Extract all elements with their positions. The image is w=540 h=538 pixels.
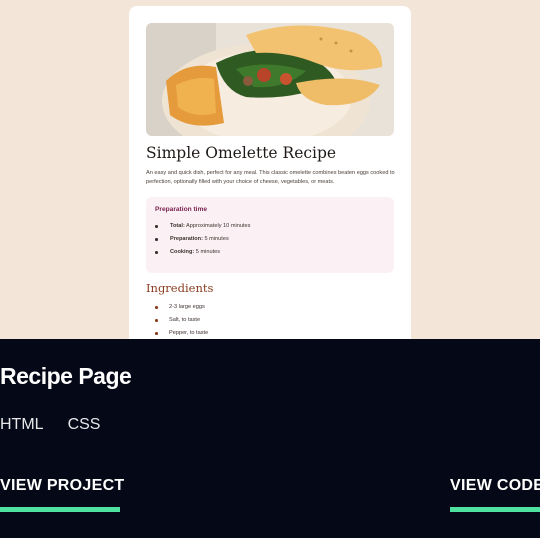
preparation-list: Total: Approximately 10 minutes Preparat… <box>155 222 250 261</box>
list-item: Salt, to taste <box>155 316 208 329</box>
tech-tags: HTML CSS <box>0 416 100 434</box>
omelette-photo <box>146 23 394 136</box>
view-project-underline <box>0 507 120 512</box>
view-code-link[interactable]: VIEW CODE <box>450 477 540 495</box>
recipe-card: Simple Omelette Recipe An easy and quick… <box>129 6 411 339</box>
view-code-underline <box>450 507 540 512</box>
list-item: Preparation: 5 minutes <box>155 235 250 248</box>
tech-tag-html: HTML <box>0 416 44 433</box>
list-item: Pepper, to taste <box>155 329 208 339</box>
preparation-heading: Preparation time <box>155 206 208 213</box>
ingredients-list: 2-3 large eggs Salt, to taste Pepper, to… <box>155 303 208 339</box>
preparation-time-box: Preparation time Total: Approximately 10… <box>146 197 394 273</box>
list-item: Total: Approximately 10 minutes <box>155 222 250 235</box>
ingredients-heading: Ingredients <box>146 281 214 295</box>
project-title: Recipe Page <box>0 363 132 389</box>
list-item: Cooking: 5 minutes <box>155 248 250 261</box>
tech-tag-css: CSS <box>67 416 101 433</box>
view-project-link[interactable]: VIEW PROJECT <box>0 477 125 495</box>
project-preview-image[interactable]: Simple Omelette Recipe An easy and quick… <box>0 0 540 339</box>
project-info: Recipe Page HTML CSS VIEW PROJECT VIEW C… <box>0 339 540 538</box>
list-item: 2-3 large eggs <box>155 303 208 316</box>
recipe-description: An easy and quick dish, perfect for any … <box>146 170 395 185</box>
recipe-title: Simple Omelette Recipe <box>146 144 337 162</box>
